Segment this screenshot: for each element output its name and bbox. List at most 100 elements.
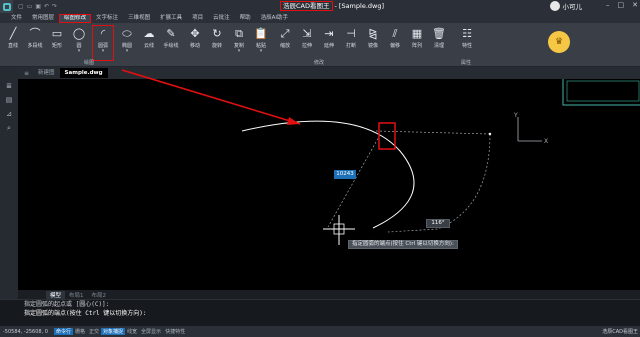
polyline-icon: ⌒ xyxy=(29,27,41,40)
menu-project[interactable]: 项目 xyxy=(187,14,208,23)
stretch-tool-button[interactable]: ⇲ 拉伸 xyxy=(296,26,318,49)
tab-model[interactable]: 模型 xyxy=(46,290,66,299)
group-label-draw: 绘图 xyxy=(84,60,95,66)
menu-common-layers[interactable]: 常用图层 xyxy=(27,14,59,23)
arc-dropdown-icon[interactable]: ▾ xyxy=(93,49,113,54)
ellipse-dropdown-icon[interactable]: ▾ xyxy=(116,49,138,54)
menu-file[interactable]: 文件 xyxy=(6,14,27,23)
paste-icon: 📋 xyxy=(254,27,268,40)
save-icon[interactable]: ▣ xyxy=(35,3,41,10)
toggle-ortho[interactable]: 正交 xyxy=(87,328,101,335)
menu-ai-assistant[interactable]: 浩辰AI助手 xyxy=(256,14,293,23)
properties-tool-button[interactable]: ☷ 特性 xyxy=(456,26,478,49)
extend-icon: ⇥ xyxy=(324,27,334,40)
group-label-modify: 修改 xyxy=(314,60,325,66)
command-prompt-line[interactable]: 指定圆弧的端点(按住 Ctrl 键以切换方向): xyxy=(24,309,640,318)
avatar[interactable] xyxy=(549,1,560,11)
rectangle-icon: ▭ xyxy=(51,27,63,40)
command-line-panel[interactable]: 指定圆弧的起点或 [圆心(C)]: 指定圆弧的端点(按住 Ctrl 键以切换方向… xyxy=(0,299,640,326)
copy-icon: ⧉ xyxy=(235,27,243,40)
freehand-icon: ✎ xyxy=(166,27,176,40)
new-file-icon[interactable]: ▢ xyxy=(18,3,24,10)
app-logo-icon[interactable] xyxy=(0,0,13,13)
menu-3d-view[interactable]: 三维视图 xyxy=(123,14,155,23)
redo-icon[interactable]: ↷ xyxy=(52,3,57,10)
search-panel-icon[interactable]: ⌕ xyxy=(4,123,14,133)
document-name: - [Sample.dwg] xyxy=(334,2,385,10)
toggle-command-line[interactable]: 命令行 xyxy=(53,328,73,335)
offset-icon: ⫽ xyxy=(392,27,398,40)
paste-dropdown-icon[interactable]: ▾ xyxy=(250,49,272,54)
maximize-icon[interactable]: □ xyxy=(618,1,625,9)
tab-sample-dwg[interactable]: Sample.dwg xyxy=(59,68,108,78)
arc-tool-button[interactable]: ◜ 圆弧 ▾ xyxy=(92,25,114,61)
blocks-panel-icon[interactable]: ▤ xyxy=(4,95,14,105)
break-tool-button[interactable]: ⊣ 打断 xyxy=(340,26,362,49)
left-sidebar: ≣ ▤ ⊿ ⌕ xyxy=(0,67,18,299)
menu-help[interactable]: 帮助 xyxy=(235,14,256,23)
document-tab-bar: ≡ 新建图 Sample.dwg xyxy=(0,67,640,79)
menu-extension-tools[interactable]: 扩展工具 xyxy=(155,14,187,23)
user-account[interactable]: 小可儿 xyxy=(549,1,582,11)
command-tooltip: 指定圆弧的端点(按住 Ctrl 键以切换方向): xyxy=(348,240,458,249)
vip-crown-icon[interactable]: ♛ xyxy=(548,31,570,53)
product-name: 浩辰CAD看图王 xyxy=(280,1,333,11)
tab-new-drawing[interactable]: 新建图 xyxy=(33,68,60,78)
purge-tool-button[interactable]: 🗑 清理 xyxy=(428,26,450,49)
mirror-icon: ⧎ xyxy=(368,27,378,40)
existing-arc-line xyxy=(241,120,415,229)
toggle-fullscreen[interactable]: 全屏显示 xyxy=(139,328,163,335)
drawing-canvas[interactable]: Y X 10243 116° 指定圆弧的端点(按住 Ctrl 键以切换方向): xyxy=(18,79,640,290)
move-icon: ✥ xyxy=(190,27,200,40)
open-folder-icon[interactable]: ▭ xyxy=(27,3,33,10)
measure-panel-icon[interactable]: ⊿ xyxy=(4,109,14,119)
toggle-quick-properties[interactable]: 快捷特性 xyxy=(163,328,187,335)
menu-draw-modify[interactable]: 绘图修改 xyxy=(59,14,92,23)
layers-panel-icon[interactable]: ≣ xyxy=(4,81,14,91)
drawing-frame-inner xyxy=(566,80,640,102)
tab-layout2[interactable]: 布局2 xyxy=(88,291,111,299)
array-icon: ▦ xyxy=(411,27,423,40)
cloud-icon: ☁ xyxy=(143,27,155,40)
undo-icon[interactable]: ↶ xyxy=(44,3,49,10)
move-tool-button[interactable]: ✥ 移动 xyxy=(184,26,206,49)
arc-endpoint-marker xyxy=(488,132,492,136)
copy-dropdown-icon[interactable]: ▾ xyxy=(228,49,250,54)
dynamic-input-field[interactable]: 10243 xyxy=(334,170,356,179)
scale-icon: ⤢ xyxy=(280,27,290,40)
mirror-tool-button[interactable]: ⧎ 镜像 xyxy=(362,26,384,49)
quick-access-toolbar: ▢ ▭ ▣ ↶ ↷ xyxy=(18,3,57,10)
close-icon[interactable]: ✕ xyxy=(632,1,638,9)
circle-dropdown-icon[interactable]: ▾ xyxy=(68,49,90,54)
polyline-tool-button[interactable]: ⌒ 多段线 xyxy=(24,26,46,49)
menu-cloud-annotation[interactable]: 云批注 xyxy=(208,14,235,23)
arc-icon: ◜ xyxy=(100,27,106,40)
toggle-object-snap[interactable]: 对象捕捉 xyxy=(101,328,126,335)
rectangle-tool-button[interactable]: ▭ 矩形 xyxy=(46,26,68,49)
status-app-name: 浩辰CAD看图王 xyxy=(602,329,638,335)
window-title: 浩辰CAD看图王 - [Sample.dwg] xyxy=(280,1,384,11)
ellipse-tool-button[interactable]: ⬭ 椭圆 ▾ xyxy=(116,26,138,54)
scale-tool-button[interactable]: ⤢ 缩放 xyxy=(274,26,296,49)
status-bar: -50584, -25608, 0 命令行 栅格 正交 对象捕捉 线宽 全屏显示… xyxy=(0,326,640,337)
revcloud-tool-button[interactable]: ☁ 云线 xyxy=(138,26,160,49)
preview-arc-line xyxy=(327,130,491,233)
extend-tool-button[interactable]: ⇥ 延伸 xyxy=(318,26,340,49)
offset-tool-button[interactable]: ⫽ 偏移 xyxy=(384,26,406,49)
line-tool-button[interactable]: ╱ 直线 xyxy=(2,26,24,49)
tab-menu-icon[interactable]: ≡ xyxy=(24,70,29,77)
cursor-coordinates: -50584, -25608, 0 xyxy=(3,328,48,335)
tab-layout1[interactable]: 布局1 xyxy=(65,291,88,299)
array-tool-button[interactable]: ▦ 阵列 xyxy=(406,26,428,49)
toggle-lineweight[interactable]: 线宽 xyxy=(125,328,139,335)
ribbon: ╱ 直线 ⌒ 多段线 ▭ 矩形 ◯ 圆 ▾ ◜ 圆弧 ▾ ⬭ 椭圆 ▾ ☁ 云线 ✎ 手绘线 绘图 ✥… xyxy=(0,23,640,67)
menu-text-dimension[interactable]: 文字标注 xyxy=(91,14,123,23)
copy-tool-button[interactable]: ⧉ 复制 ▾ xyxy=(228,26,250,54)
circle-tool-button[interactable]: ◯ 圆 ▾ xyxy=(68,26,90,54)
rotate-tool-button[interactable]: ↻ 旋转 xyxy=(206,26,228,49)
circle-icon: ◯ xyxy=(72,27,86,40)
freehand-tool-button[interactable]: ✎ 手绘线 xyxy=(160,26,182,49)
minimize-icon[interactable]: – xyxy=(606,1,610,9)
toggle-grid[interactable]: 栅格 xyxy=(73,328,87,335)
paste-tool-button[interactable]: 📋 粘贴 ▾ xyxy=(250,26,272,54)
